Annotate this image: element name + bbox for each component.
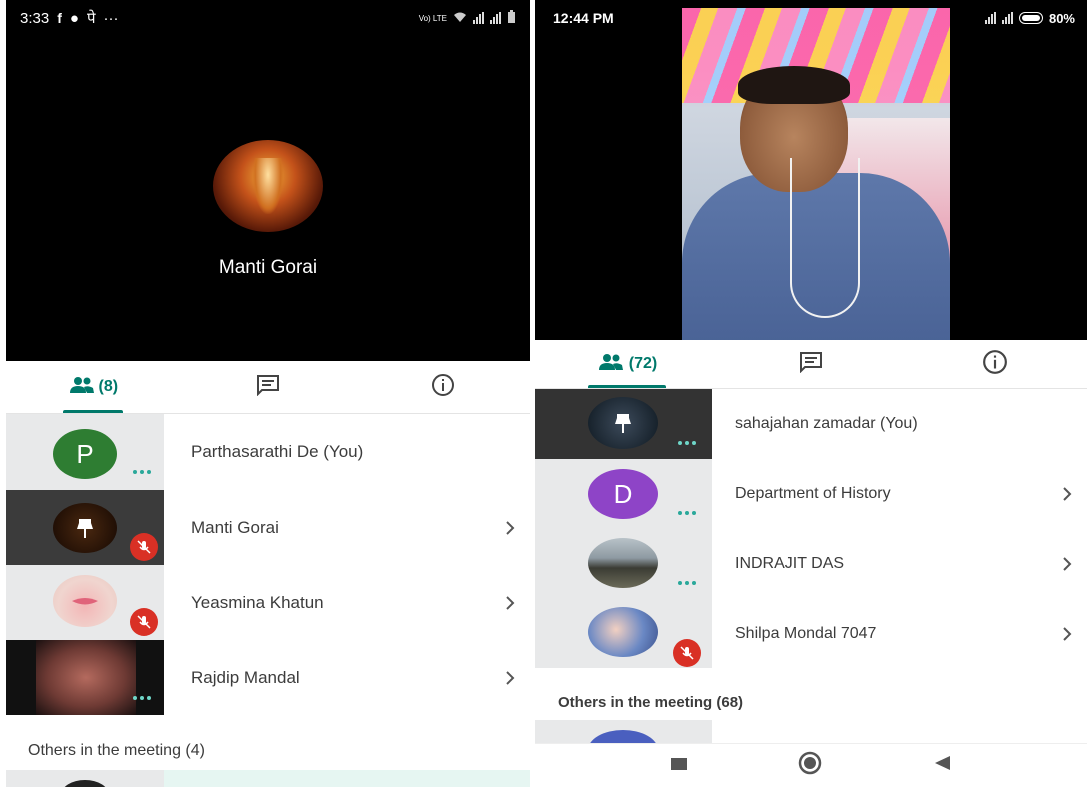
home-button[interactable] [798,751,822,780]
tab-people[interactable]: (8) [6,361,181,413]
battery-icon [1018,12,1043,24]
tab-bar: (72) [535,340,1087,389]
camera-feed [682,8,950,340]
tab-bar: (8) [6,361,530,414]
others-section-heading: Others in the meeting (68) [558,694,744,711]
avatar [53,503,117,553]
participant-name: Department of History [735,485,891,502]
participant-row[interactable]: Rajdip Mandal [6,640,530,715]
participant-thumb [535,529,712,599]
wifi-icon [453,11,467,26]
participant-thumb [535,389,712,459]
others-section-heading: Others in the meeting (4) [28,742,205,759]
chevron-right-icon[interactable] [1047,557,1087,571]
participant-row[interactable]: Shilpa Mondal 7047 [535,599,1087,668]
mic-off-icon [130,608,158,636]
avatar: P [53,429,117,479]
chevron-right-icon[interactable] [1047,626,1087,641]
tab-chat[interactable] [181,361,356,413]
participant-row[interactable]: Yeasmina Khatun [6,565,530,640]
avatar [588,397,658,449]
avatar [588,538,658,588]
battery-icon [507,9,516,27]
tab-info[interactable] [903,340,1087,388]
participant-thumb: P [6,414,164,490]
recents-button[interactable] [670,757,687,775]
info-icon [431,373,455,402]
status-time: 12:44 PM [553,10,614,26]
participant-name: INDRAJIT DAS [735,555,845,572]
pin-icon [615,414,631,433]
participant-name: sahajahan zamadar (You) [735,415,918,432]
signal-icon-2 [490,12,501,24]
participant-thumb [535,599,712,668]
app-glyph: पे [86,10,96,27]
chat-icon [798,351,824,378]
status-bar: 3:33 f ● पे ··· Vo) LTE [6,0,530,36]
android-nav-bar [535,743,1087,787]
people-count: (72) [628,355,658,372]
participant-row[interactable]: D Department of History [535,459,1087,529]
participant-thumb [6,565,164,640]
participant-row[interactable]: INDRAJIT DAS [535,529,1087,599]
status-time: 3:33 [20,9,50,27]
active-tab-indicator [588,385,666,388]
back-button[interactable] [933,755,951,776]
active-tab-indicator [63,410,124,413]
more-options-icon[interactable] [678,511,696,515]
right-phone-screen: 12:44 PM 80% (72) sahajahan zamadar (You… [535,0,1087,787]
participant-row-partial[interactable] [535,720,1087,745]
battery-percent: 80% [1048,10,1075,26]
mic-off-icon [130,533,158,561]
participant-thumb [6,640,164,715]
people-icon [69,376,95,399]
video-preview [36,640,136,715]
avatar [588,607,658,657]
participant-name: Rajdip Mandal [191,667,300,687]
participant-row[interactable]: P Parthasarathi De (You) [6,414,530,490]
chevron-right-icon[interactable] [490,520,530,535]
chevron-right-icon[interactable] [1047,487,1087,501]
signal-icon [473,12,484,24]
tab-info[interactable] [355,361,530,413]
facebook-icon: f [57,10,62,26]
participant-row-partial[interactable] [6,770,530,787]
more-notifications: ··· [103,9,119,27]
main-speaker-avatar [213,140,323,232]
participant-name: Shilpa Mondal 7047 [735,624,877,642]
participant-thumb: D [535,459,712,529]
participant-row[interactable]: sahajahan zamadar (You) [535,389,1087,459]
participant-thumb [6,490,164,565]
mic-off-icon [673,639,701,667]
more-options-icon[interactable] [133,470,151,474]
people-count: (8) [98,378,119,395]
more-options-icon[interactable] [678,581,696,585]
avatar: D [588,469,658,519]
participant-name: Yeasmina Khatun [191,592,324,612]
signal-icon [984,12,996,24]
more-options-icon[interactable] [133,696,151,700]
chevron-right-icon[interactable] [490,670,530,685]
status-bar: 12:44 PM 80% [535,0,1087,36]
signal-icon-2 [1001,12,1013,24]
participant-row[interactable]: Manti Gorai [6,490,530,565]
chat-icon [256,374,280,401]
tab-people[interactable]: (72) [535,340,719,388]
carrier-label: Vo) LTE [418,13,447,23]
main-video-area[interactable]: 3:33 f ● पे ··· Vo) LTE Manti Gorai [6,0,530,361]
participant-name: Manti Gorai [191,517,279,537]
people-icon [597,353,625,376]
participant-name: Parthasarathi De (You) [191,442,364,461]
main-speaker-name: Manti Gorai [218,257,318,278]
more-options-icon[interactable] [678,441,696,445]
main-video-area[interactable]: 12:44 PM 80% [535,0,1087,340]
avatar [53,575,117,627]
left-phone-screen: 3:33 f ● पे ··· Vo) LTE Manti Gorai (8) … [6,0,530,787]
chevron-right-icon[interactable] [490,595,530,610]
info-icon [982,349,1008,380]
whatsapp-icon: ● [69,9,79,27]
pin-icon [77,519,93,538]
tab-chat[interactable] [719,340,903,388]
